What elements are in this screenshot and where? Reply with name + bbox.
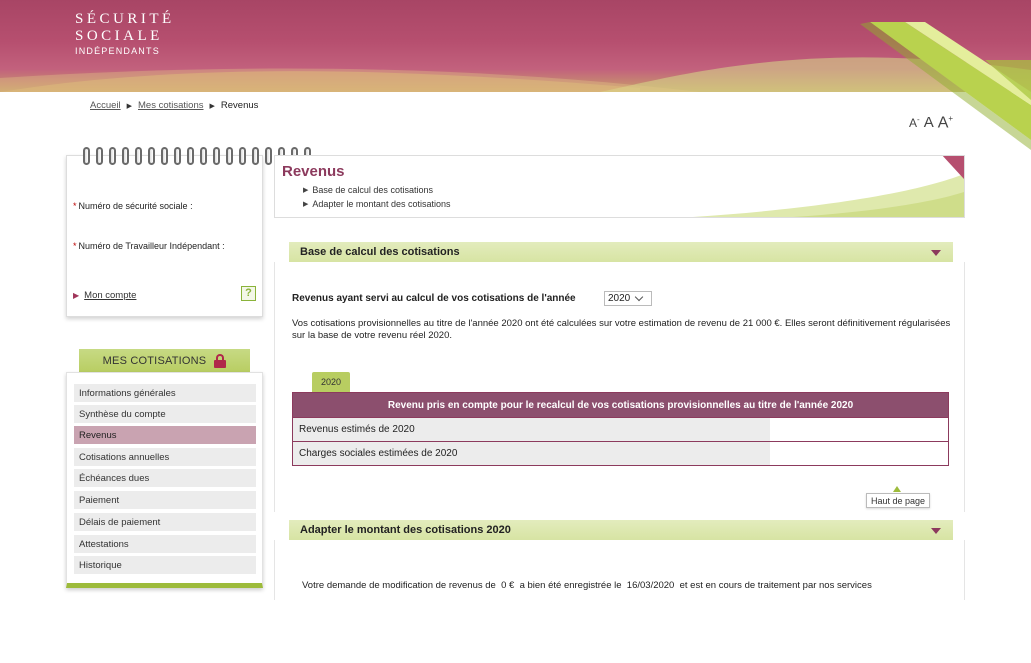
menu-item-revenus[interactable]: Revenus bbox=[74, 426, 256, 444]
table-row: Charges sociales estimées de 2020 bbox=[293, 441, 948, 465]
page-header-card: Revenus ▶ Base de calcul des cotisations … bbox=[274, 155, 965, 218]
chevron-down-icon bbox=[635, 292, 644, 302]
menu-item-synthese-compte[interactable]: Synthèse du compte bbox=[74, 405, 256, 423]
menu-item-delais-paiement[interactable]: Délais de paiement bbox=[74, 513, 256, 531]
breadcrumb-current: Revenus bbox=[220, 100, 259, 111]
decorative-ribbon bbox=[860, 22, 1031, 150]
menu-item-informations-generales[interactable]: Informations générales bbox=[74, 384, 256, 402]
font-smaller-button[interactable]: A- bbox=[909, 115, 920, 130]
row-label-revenus-estimes: Revenus estimés de 2020 bbox=[293, 418, 770, 441]
back-to-top-button[interactable]: Haut de page bbox=[866, 493, 931, 508]
revenue-table: Revenu pris en compte pour le recalcul d… bbox=[292, 392, 949, 466]
ssn-label: * Numéro de sécurité sociale : bbox=[73, 201, 193, 211]
font-normal-button[interactable]: A bbox=[924, 114, 934, 131]
card-corner-decoration bbox=[693, 156, 964, 217]
breadcrumb-separator-icon: ▶ bbox=[209, 102, 215, 110]
chevron-down-icon bbox=[931, 528, 941, 534]
section-adapter-body bbox=[274, 540, 965, 600]
menu-item-echeances-dues[interactable]: Échéances dues bbox=[74, 469, 256, 487]
worker-number-label: * Numéro de Travailleur Indépendant : bbox=[73, 241, 225, 251]
my-account-link-row: ▶ Mon compte bbox=[73, 290, 136, 301]
breadcrumb-parent-link[interactable]: Mes cotisations bbox=[138, 100, 203, 111]
menu-title: MES COTISATIONS bbox=[79, 349, 250, 373]
modification-confirmation-text: Votre demande de modification de revenus… bbox=[302, 580, 872, 591]
breadcrumb: Accueil ▶ Mes cotisations ▶ Revenus bbox=[90, 100, 258, 111]
row-value-charges-sociales bbox=[770, 442, 948, 465]
breadcrumb-separator-icon: ▶ bbox=[126, 102, 133, 110]
my-account-link[interactable]: Mon compte bbox=[84, 290, 136, 301]
lock-icon bbox=[214, 354, 227, 368]
menu-item-cotisations-annuelles[interactable]: Cotisations annuelles bbox=[74, 448, 256, 466]
required-marker: * bbox=[73, 201, 77, 211]
table-row: Revenus estimés de 2020 bbox=[293, 417, 948, 441]
chevron-down-icon bbox=[931, 250, 941, 256]
row-value-revenus-estimes bbox=[770, 418, 948, 441]
menu-item-historique[interactable]: Historique bbox=[74, 556, 256, 574]
font-larger-button[interactable]: A+ bbox=[938, 114, 953, 132]
account-card: * Numéro de sécurité sociale : * Numéro de… bbox=[66, 147, 311, 317]
required-marker: * bbox=[73, 241, 77, 251]
row-label-charges-sociales: Charges sociales estimées de 2020 bbox=[293, 442, 770, 465]
arrow-right-icon: ▶ bbox=[73, 291, 80, 300]
year-select[interactable]: 2020 bbox=[604, 291, 652, 306]
section-adapter-header[interactable]: Adapter le montant des cotisations 2020 bbox=[289, 520, 953, 540]
menu-item-attestations[interactable]: Attestations bbox=[74, 535, 256, 553]
provisional-info-text: Vos cotisations provisionnelles au titre… bbox=[292, 318, 951, 341]
help-icon[interactable]: ? bbox=[241, 286, 256, 301]
tab-2020[interactable]: 2020 bbox=[312, 372, 350, 392]
font-size-controls: A- A A+ bbox=[909, 114, 953, 132]
menu-item-paiement[interactable]: Paiement bbox=[74, 491, 256, 509]
cotisations-menu: Informations générales Synthèse du compt… bbox=[66, 372, 263, 588]
breadcrumb-home-link[interactable]: Accueil bbox=[90, 100, 121, 111]
section-base-calcul-header[interactable]: Base de calcul des cotisations bbox=[289, 242, 953, 262]
caret-up-icon bbox=[893, 486, 901, 492]
revenue-year-label: Revenus ayant servi au calcul de vos cot… bbox=[292, 293, 576, 304]
revenue-table-header: Revenu pris en compte pour le recalcul d… bbox=[293, 393, 948, 417]
